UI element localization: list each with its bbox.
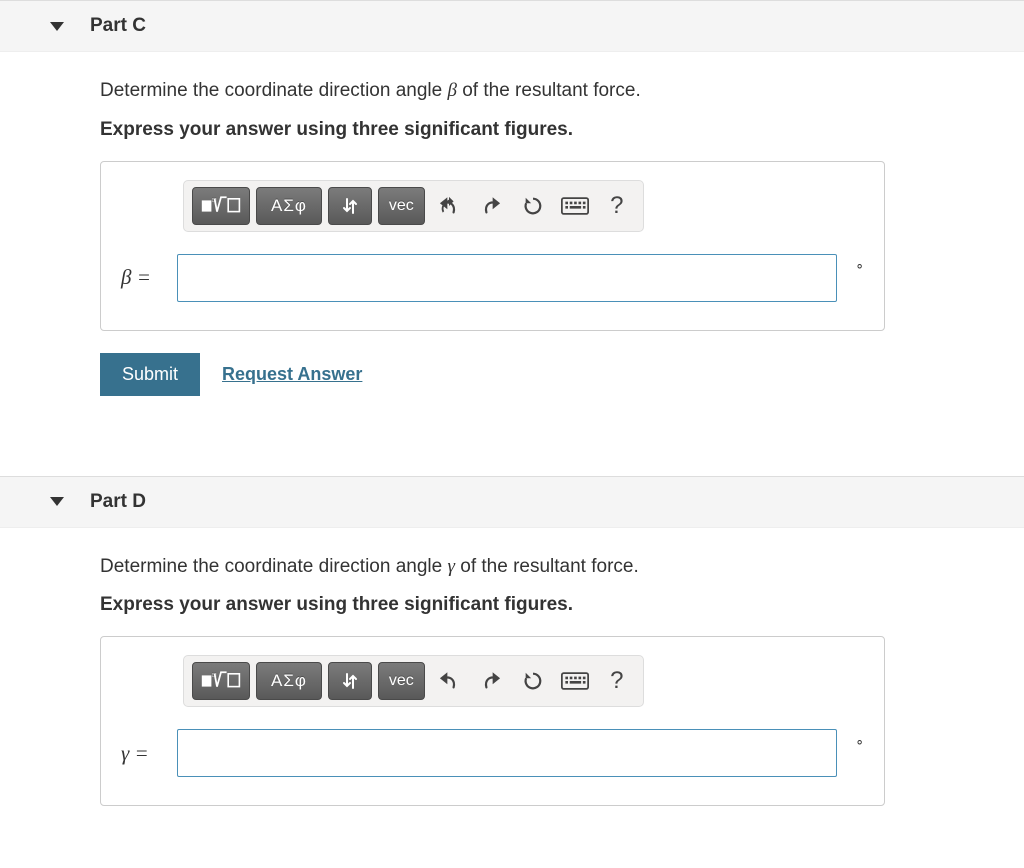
template-icon: □ [201,193,241,219]
request-answer-link[interactable]: Request Answer [222,364,362,385]
question-variable: β [447,80,456,101]
chevron-down-icon [50,22,64,31]
undo-icon [438,670,460,692]
part-c-body: Determine the coordinate direction angle… [0,52,1024,436]
part-d-question: Determine the coordinate direction angle… [100,554,1024,581]
undo-button[interactable] [431,662,467,700]
variable-label: β = [121,265,165,290]
subscript-superscript-button[interactable] [328,187,372,225]
part-d-title: Part D [90,491,146,513]
part-c-input-row: β = ∘ [121,254,864,302]
part-c-answer-box: □ ΑΣφ vec [100,161,885,331]
keyboard-button[interactable] [557,662,593,700]
help-button[interactable]: ? [599,187,635,225]
part-d-input-row: γ = ∘ [121,729,864,777]
reset-button[interactable] [515,187,551,225]
undo-button[interactable] [431,187,467,225]
sub-sup-icon [339,195,361,217]
sub-sup-icon [339,670,361,692]
redo-icon [480,195,502,217]
redo-icon [480,670,502,692]
part-d-instruction: Express your answer using three signific… [100,594,1024,616]
equation-toolbar: □ ΑΣφ vec [183,655,644,707]
reset-icon [522,670,544,692]
redo-button[interactable] [473,187,509,225]
part-c-actions: Submit Request Answer [100,353,1024,396]
unit-label: ∘ [855,257,864,274]
question-variable: γ [447,556,455,577]
vector-button[interactable]: vec [378,662,425,700]
page-container: Part C Determine the coordinate directio… [0,0,1024,868]
part-c-answer-input[interactable] [177,254,837,302]
template-button[interactable]: □ [192,187,250,225]
question-text-post: of the resultant force. [455,556,639,577]
keyboard-button[interactable] [557,187,593,225]
part-c-header[interactable]: Part C [0,0,1024,52]
chevron-down-icon [50,497,64,506]
reset-button[interactable] [515,662,551,700]
help-button[interactable]: ? [599,662,635,700]
part-c-instruction: Express your answer using three signific… [100,119,1024,141]
part-d-header[interactable]: Part D [0,476,1024,528]
question-text-pre: Determine the coordinate direction angle [100,556,447,577]
vector-button[interactable]: vec [378,187,425,225]
undo-icon [438,195,460,217]
variable-label: γ = [121,741,165,766]
greek-symbols-button[interactable]: ΑΣφ [256,662,322,700]
part-c-question: Determine the coordinate direction angle… [100,78,1024,105]
question-text-pre: Determine the coordinate direction angle [100,80,447,101]
greek-symbols-button[interactable]: ΑΣφ [256,187,322,225]
part-d-answer-box: □ ΑΣφ vec [100,636,885,806]
unit-label: ∘ [855,733,864,750]
keyboard-icon [561,672,589,690]
question-text-post: of the resultant force. [457,80,641,101]
equation-toolbar: □ ΑΣφ vec [183,180,644,232]
submit-button[interactable]: Submit [100,353,200,396]
template-icon: □ [201,668,241,694]
reset-icon [522,195,544,217]
subscript-superscript-button[interactable] [328,662,372,700]
part-c-title: Part C [90,15,146,37]
part-d-answer-input[interactable] [177,729,837,777]
keyboard-icon [561,197,589,215]
redo-button[interactable] [473,662,509,700]
template-button[interactable]: □ [192,662,250,700]
part-d-body: Determine the coordinate direction angle… [0,528,1024,868]
